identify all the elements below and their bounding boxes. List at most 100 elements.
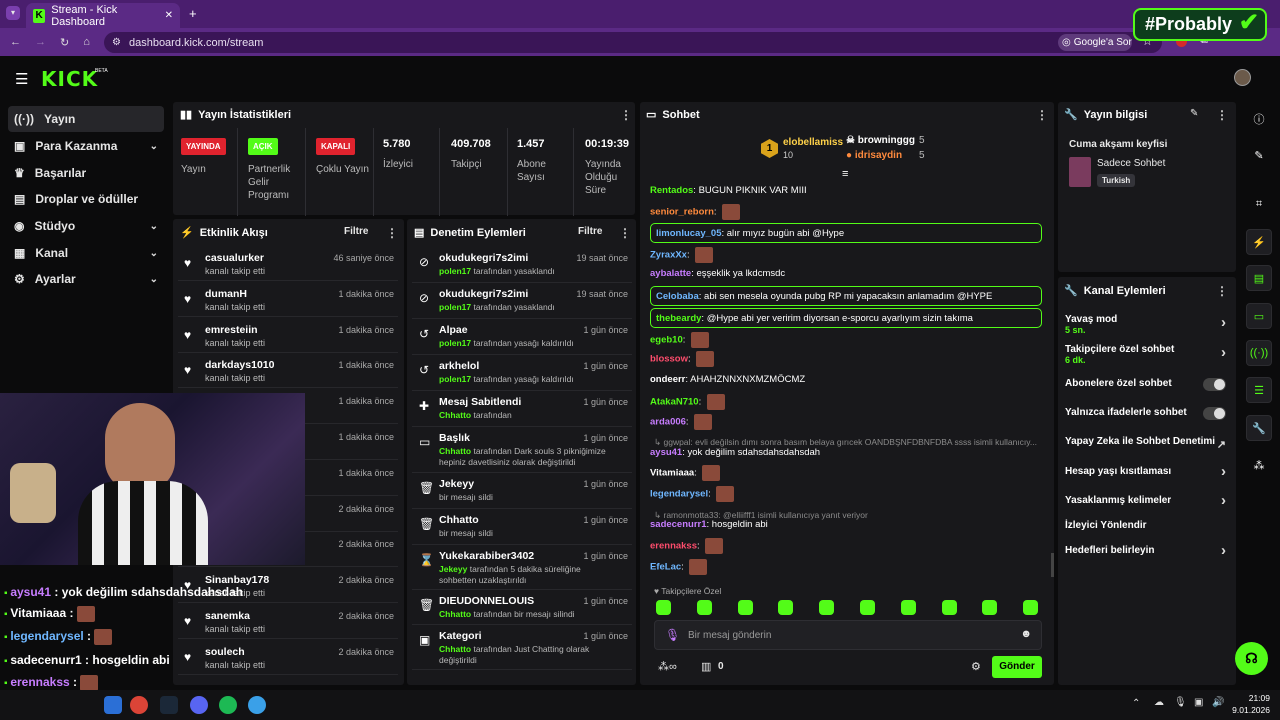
chat-message[interactable]: legendarysel: (650, 486, 1042, 502)
sidebar-item-droplar[interactable]: ▤ Droplar ve ödüller (8, 186, 164, 212)
emote-picker-item-icon[interactable] (696, 600, 712, 615)
moderation-row[interactable]: 🗑 Jekeyy bir mesajı sildi 1 gün önce (412, 473, 632, 509)
tray-chevron-icon[interactable]: ⌃ (1132, 698, 1140, 709)
activity-row[interactable]: ♥ dumanH kanalı takip etti 1 dakika önce (178, 283, 398, 317)
new-tab-icon[interactable]: + (189, 6, 197, 21)
tab-close-icon[interactable]: ✕ (165, 10, 173, 21)
moderation-filter-button[interactable]: Filtre (578, 226, 602, 237)
channel-action-8[interactable]: Hedefleri belirleyin › (1065, 542, 1230, 567)
chat-message[interactable]: aysu41: yok değilim sdahsdahsdahsdah (650, 447, 1042, 458)
sidebar-item-ayarlar[interactable]: ⚙ Ayarlar ⌄ (8, 266, 164, 292)
sidebar-item-kanal[interactable]: ▦ Kanal ⌄ (8, 240, 164, 266)
taskbar-time[interactable]: 21:09 (1246, 693, 1270, 703)
chat-message[interactable]: senior_reborn: (650, 204, 1042, 220)
chat-scrollbar[interactable] (1051, 553, 1054, 577)
channel-action-5[interactable]: Hesap yaşı kısıtlaması › (1065, 463, 1230, 488)
tray-cloud-icon[interactable]: ☁ (1154, 697, 1164, 708)
url-bar[interactable]: ⚙ dashboard.kick.com/stream (104, 32, 1162, 53)
apps-icon[interactable]: ⁂ (1246, 452, 1272, 478)
sidebar-item-yayin[interactable]: ((·)) Yayın (8, 106, 164, 132)
moderation-row[interactable]: ⊘ okudukegri7s2imi polen17 tarafından yasa… (412, 247, 632, 283)
discord-icon[interactable] (190, 696, 208, 714)
stats-menu-icon[interactable]: ⋮ (620, 108, 632, 122)
channel-action-2[interactable]: Abonelere özel sohbet (1065, 378, 1230, 400)
toggle-switch[interactable] (1203, 378, 1226, 391)
emote-picker-item-icon[interactable] (778, 600, 794, 615)
bolt-icon[interactable]: ⚡ (1246, 229, 1272, 255)
channel-action-1[interactable]: Takipçilere özel sohbet 6 dk. › (1065, 344, 1230, 366)
chat-settings-icon[interactable]: ⚙ (971, 660, 981, 673)
outlook-icon[interactable] (104, 696, 122, 714)
top-gifter-name[interactable]: elobellamiss (783, 137, 843, 148)
channel-action-3[interactable]: Yalnızca ifadelerle sohbet (1065, 407, 1230, 429)
home-icon[interactable]: ⌂ (83, 36, 90, 48)
toggle-switch[interactable] (1203, 407, 1226, 420)
channel-action-6[interactable]: Yasaklanmış kelimeler › (1065, 492, 1230, 517)
activity-row[interactable]: ♥ emresteiin kanalı takip etti 1 dakika önc… (178, 319, 398, 353)
back-icon[interactable]: ← (10, 36, 21, 48)
chat-message[interactable]: erennakss: (650, 538, 1042, 554)
emote-picker-item-icon[interactable] (860, 600, 875, 615)
chat-message[interactable]: egeb10: (650, 332, 1042, 348)
activity-filter-button[interactable]: Filtre (344, 226, 368, 237)
tray-network-icon[interactable]: ▣ (1194, 697, 1203, 708)
chat-message[interactable]: blossow: (650, 351, 1042, 367)
channel-action-4[interactable]: Yapay Zeka ile Sohbet Denetimi ↗ (1065, 436, 1230, 458)
chat-message[interactable]: arda006: (650, 414, 1042, 430)
emote-picker-item-icon[interactable] (819, 600, 835, 615)
spotify-icon[interactable] (219, 696, 237, 714)
moderation-row[interactable]: ⊘ okudukegri7s2imi polen17 tarafından yasa… (412, 283, 632, 319)
sidebar-item-studyo[interactable]: ◉ Stüdyo ⌄ (8, 213, 164, 239)
chat-message[interactable]: thebeardy: @Hype abi yer veririm diyorsa… (650, 308, 1042, 328)
tag-turkish[interactable]: Turkish (1097, 174, 1136, 187)
channel-actions-menu-icon[interactable]: ⋮ (1216, 284, 1228, 298)
activity-row[interactable]: ♥ sanemka kanalı takip etti 2 dakika önce (178, 605, 398, 639)
menu-icon[interactable]: ☰ (15, 70, 28, 88)
sidebar-item-para-kazanma[interactable]: ▣ Para Kazanma ⌄ (8, 133, 164, 159)
chat-message[interactable]: Rentados: BUGUN PIKNIK VAR MIII (650, 185, 1042, 196)
tray-volume-icon[interactable]: 🔊 (1212, 697, 1224, 708)
chat-message[interactable]: aybalatte: eşşeklik ya lkdcmsdc (650, 268, 1042, 279)
chat-message[interactable]: Vitamiaaa: (650, 465, 1042, 481)
category-name[interactable]: Sadece Sohbet (1097, 158, 1165, 169)
chat-message[interactable]: sadecenurr1: hosgeldin abi (650, 519, 1042, 530)
app-icon[interactable] (248, 696, 266, 714)
mic-icon[interactable]: 🎙 (665, 628, 680, 642)
browser-tab[interactable]: K Stream - Kick Dashboard ✕ (26, 3, 180, 28)
focus-icon[interactable]: ⌗ (1246, 191, 1272, 217)
google-search-chip[interactable]: ◎ Google'a Sor (1058, 34, 1132, 51)
points-icon[interactable]: ⁂∞ (658, 660, 677, 673)
moderation-row[interactable]: ✚ Mesaj Sabitlendi Chhatto tarafından 1 gün… (412, 391, 632, 427)
info-icon[interactable]: ⓘ (1246, 106, 1272, 132)
emote-picker-item-icon[interactable] (941, 600, 957, 615)
site-info-icon[interactable]: ⚙ (112, 37, 121, 48)
emote-picker-item-icon[interactable] (982, 600, 998, 615)
chat-message[interactable]: Celobaba: abi sen mesela oyunda pubg RP … (650, 286, 1042, 306)
channel-action-7[interactable]: İzleyici Yönlendir (1065, 520, 1230, 542)
emoji-icon[interactable]: ☻ (1020, 628, 1032, 640)
sidebar-item-basarilar[interactable]: ♛ Başarılar (8, 160, 164, 186)
steam-icon[interactable] (160, 696, 178, 714)
moderation-menu-icon[interactable]: ⋮ (619, 226, 631, 240)
moderation-row[interactable]: ↺ Alpae polen17 tarafından yasağı kaldırıl… (412, 319, 632, 355)
broadcast-rail-icon[interactable]: ((·)) (1246, 340, 1272, 366)
send-button[interactable]: Gönder (992, 656, 1042, 678)
tray-mic-icon[interactable]: 🎙 (1174, 697, 1187, 708)
chat-menu-icon[interactable]: ⋮ (1036, 108, 1048, 122)
support-icon[interactable]: ☊ (1235, 642, 1268, 675)
wrench-rail-icon[interactable]: 🔧 (1246, 415, 1272, 441)
kick-logo[interactable]: KICK (41, 67, 98, 91)
chat-message[interactable]: limonlucay_05: alır mıyız bugün abi @Hyp… (650, 223, 1042, 243)
taskbar-date[interactable]: 9.01.2026 (1228, 705, 1270, 715)
document-icon[interactable]: ▤ (1246, 265, 1272, 291)
chat-message[interactable]: ondeerr: AHAHZNNXNXMZMÖCMZ (650, 374, 1042, 385)
gifter-2[interactable]: ☠ browninggg (846, 135, 915, 146)
list-rail-icon[interactable]: ☰ (1246, 377, 1272, 403)
reload-icon[interactable]: ↻ (60, 36, 69, 49)
emote-picker-item-icon[interactable] (737, 600, 753, 615)
tab-search-icon[interactable]: ▾ (6, 6, 20, 20)
channel-action-0[interactable]: Yavaş mod 5 sn. › (1065, 314, 1230, 336)
store-icon[interactable]: ▥ (701, 660, 711, 673)
moderation-row[interactable]: ⌛ Yukekarabiber3402 Jekeyy tarafından 5 da… (412, 545, 632, 590)
activity-row[interactable]: ♥ soulech kanalı takip etti 2 dakika önce (178, 641, 398, 675)
